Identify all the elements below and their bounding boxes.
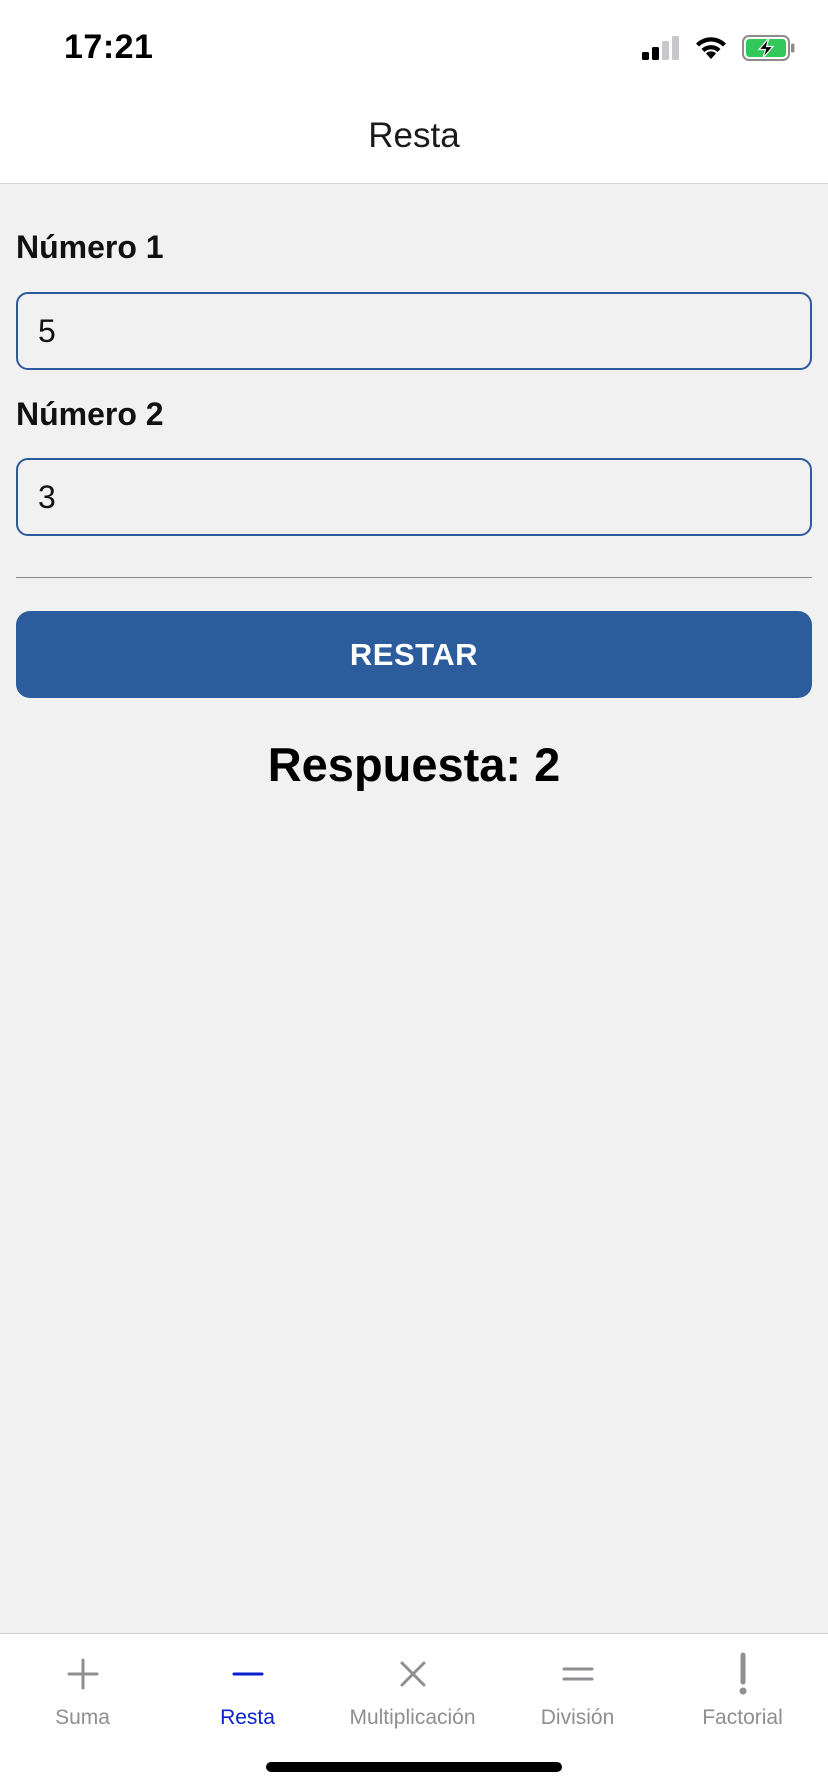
home-indicator xyxy=(266,1762,562,1772)
tab-suma[interactable]: Suma xyxy=(0,1634,165,1744)
battery-charging-icon xyxy=(742,34,796,66)
status-time: 17:21 xyxy=(64,28,154,66)
tab-label: Suma xyxy=(55,1706,110,1729)
subtract-button[interactable]: RESTAR xyxy=(16,611,812,698)
answer-text: Respuesta: 2 xyxy=(267,738,561,791)
number1-label: Número 1 xyxy=(16,229,164,265)
number1-input[interactable] xyxy=(16,292,812,370)
tab-label: Resta xyxy=(220,1706,275,1729)
plus-icon xyxy=(61,1652,105,1696)
wifi-icon xyxy=(694,35,728,66)
tab-factorial[interactable]: Factorial xyxy=(660,1634,825,1744)
tab-division[interactable]: División xyxy=(495,1634,660,1744)
tab-resta[interactable]: Resta xyxy=(165,1634,330,1744)
equals-icon xyxy=(556,1652,600,1696)
cellular-signal-icon xyxy=(642,35,680,65)
tab-label: División xyxy=(540,1706,615,1729)
minus-icon xyxy=(226,1652,270,1696)
tab-label: Multiplicación xyxy=(349,1706,476,1729)
number2-label: Número 2 xyxy=(16,396,164,432)
status-bar: 17:21 xyxy=(0,0,828,90)
page-title: Resta xyxy=(368,116,460,155)
tab-multiplicacion[interactable]: Multiplicación xyxy=(330,1634,495,1744)
times-icon xyxy=(391,1652,435,1696)
divider xyxy=(16,577,812,578)
nav-bar: Resta xyxy=(0,90,828,184)
tab-label: Factorial xyxy=(702,1706,783,1729)
status-icons xyxy=(642,34,796,66)
number2-input[interactable] xyxy=(16,458,812,536)
exclamation-icon xyxy=(721,1652,765,1696)
